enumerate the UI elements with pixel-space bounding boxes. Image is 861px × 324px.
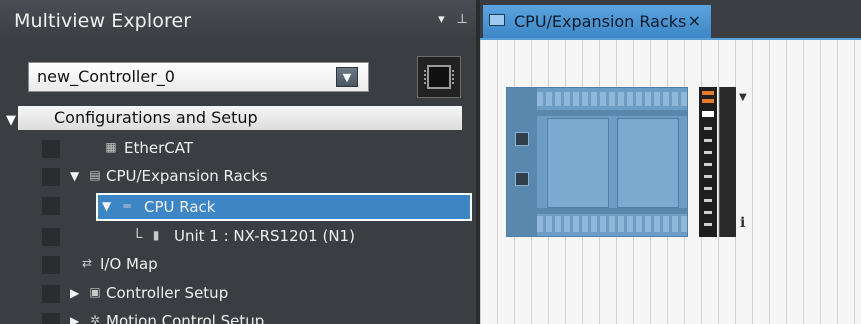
cpu-cover-left	[547, 118, 609, 208]
cpu-port-column	[507, 88, 537, 236]
tree-item-controller-setup[interactable]: ▶ ▣ Controller Setup	[0, 281, 476, 307]
status-led	[702, 91, 714, 95]
chevron-down-icon[interactable]: ▼	[739, 92, 747, 103]
tree-item-unit-1[interactable]: L ▮ Unit 1 : NX-RS1201 (N1)	[0, 224, 476, 250]
collapse-triangle-icon[interactable]: ▼	[70, 169, 79, 183]
tree-item-motion-control-setup[interactable]: ▶ ✲ Motion Control Setup	[0, 309, 476, 324]
explorer-header: Multiview Explorer ▾ ⊥	[0, 0, 476, 44]
ethercat-icon: ▦	[105, 140, 117, 154]
explorer-title: Multiview Explorer	[14, 10, 192, 32]
terminal-dot	[704, 151, 712, 154]
nx-unit-graphic[interactable]	[699, 87, 717, 237]
io-map-icon: ⇄	[81, 256, 93, 270]
tree-item-label: Motion Control Setup	[106, 312, 265, 324]
terminal-dot	[704, 199, 712, 202]
motion-control-icon: ✲	[89, 313, 101, 324]
tree-item-marker	[42, 313, 60, 324]
terminal-dot	[704, 187, 712, 190]
racks-icon	[489, 14, 505, 26]
expand-triangle-icon[interactable]: ▶	[70, 314, 79, 324]
controller-select[interactable]: new_Controller_0 ▼	[28, 62, 369, 92]
tree-item-cpu-rack[interactable]: ▼ ═ CPU Rack	[0, 193, 476, 221]
dropdown-arrow-icon[interactable]: ▼	[336, 67, 358, 87]
cpu-divider	[537, 110, 687, 116]
tree-item-label: EtherCAT	[124, 139, 193, 157]
controller-setup-icon: ▣	[89, 285, 101, 299]
tab-cpu-expansion-racks[interactable]: CPU/Expansion Racks ×	[483, 5, 711, 38]
terminal-dot	[704, 127, 712, 130]
pin-icon[interactable]: ⊥	[457, 12, 468, 27]
cpu-unit-graphic[interactable]	[506, 87, 688, 237]
unit-icon: ▮	[152, 228, 160, 242]
terminal-strip-bottom	[537, 216, 687, 232]
tree-section-header[interactable]: Configurations and Setup	[18, 106, 462, 130]
tree-item-label: CPU Rack	[144, 198, 216, 216]
expand-triangle-icon[interactable]: ▶	[70, 286, 79, 300]
tree-item-marker	[42, 285, 60, 303]
tree-item-marker	[42, 197, 60, 215]
end-cover-graphic	[719, 87, 736, 237]
tree-item-cpu-expansion-racks[interactable]: ▼ ▤ CPU/Expansion Racks	[0, 164, 476, 190]
ethernet-port-icon	[515, 132, 529, 146]
tree-item-marker	[42, 228, 60, 246]
explorer-header-controls: ▾ ⊥	[438, 12, 468, 27]
collapse-triangle-icon[interactable]: ▼	[6, 113, 16, 128]
tree-branch-prefix: L	[135, 227, 143, 242]
cpu-divider	[537, 208, 687, 214]
cpu-cover-right	[617, 118, 679, 208]
tree-section-label: Configurations and Setup	[54, 108, 258, 127]
rack-canvas[interactable]: ▼ i	[480, 40, 861, 324]
tab-label: CPU/Expansion Racks	[514, 12, 687, 31]
controller-icon-graphic	[424, 65, 454, 89]
tree-item-io-map[interactable]: ⇄ I/O Map	[0, 252, 476, 278]
controller-select-value: new_Controller_0	[37, 67, 175, 86]
editor-tab-bar: CPU/Expansion Racks ×	[480, 0, 861, 40]
controller-icon[interactable]	[417, 56, 461, 98]
tree-item-marker	[42, 168, 60, 186]
racks-icon: ▤	[89, 168, 101, 182]
tree-item-marker	[42, 140, 60, 158]
terminal-dot	[704, 211, 712, 214]
chevron-down-icon[interactable]: ▾	[438, 12, 445, 27]
terminal-dot	[704, 223, 712, 226]
terminal-strip-top	[537, 92, 687, 106]
terminal-dot	[704, 163, 712, 166]
close-icon[interactable]: ×	[688, 11, 701, 30]
tree-item-label: I/O Map	[100, 255, 158, 273]
status-led	[702, 99, 714, 103]
tree-item-marker	[42, 256, 60, 274]
editor-pane: CPU/Expansion Racks × ▼ i	[480, 0, 861, 324]
tree-item-label: Unit 1 : NX-RS1201 (N1)	[174, 227, 355, 245]
rack-icon: ═	[123, 199, 131, 213]
terminal-dot	[704, 139, 712, 142]
collapse-triangle-icon[interactable]: ▼	[102, 199, 111, 213]
info-icon[interactable]: i	[740, 215, 745, 231]
terminal-dot	[704, 175, 712, 178]
multiview-explorer-pane: Multiview Explorer ▾ ⊥ new_Controller_0 …	[0, 0, 476, 324]
tree-item-ethercat[interactable]: ▦ EtherCAT	[0, 136, 476, 162]
unit-label	[702, 111, 714, 117]
tree-item-label: Controller Setup	[106, 284, 229, 302]
ethernet-port-icon	[515, 172, 529, 186]
tree-item-label: CPU/Expansion Racks	[106, 167, 268, 185]
